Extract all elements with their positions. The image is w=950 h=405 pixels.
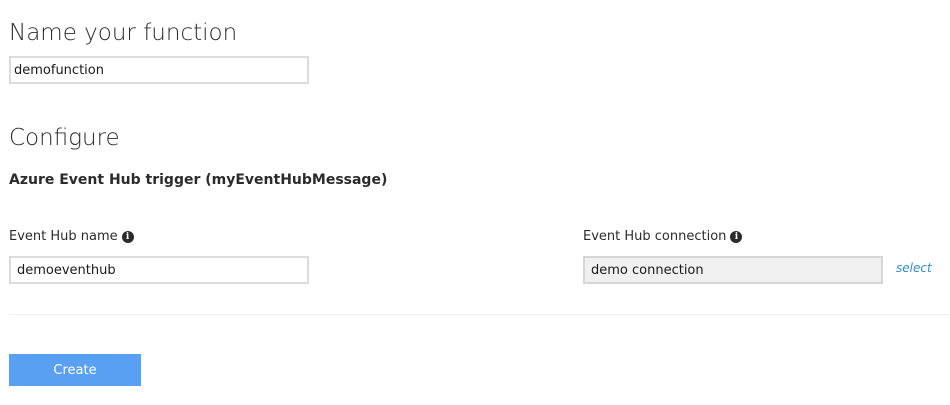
event-hub-connection-label: Event Hub connection [583, 229, 727, 244]
configure-section-title: Configure [9, 125, 120, 151]
info-icon[interactable]: i [121, 230, 134, 243]
event-hub-name-label: Event Hub name [9, 229, 118, 244]
event-hub-name-input[interactable] [9, 256, 309, 284]
function-name-input[interactable] [9, 56, 309, 84]
name-section-title: Name your function [9, 20, 238, 46]
trigger-heading: Azure Event Hub trigger (myEventHubMessa… [9, 172, 388, 188]
event-hub-connection-input[interactable] [583, 256, 883, 284]
info-icon[interactable]: i [730, 230, 743, 243]
create-button[interactable]: Create [9, 354, 141, 386]
event-hub-connection-label-row: Event Hub connection i [583, 229, 743, 244]
create-function-form: Name your function Configure Azure Event… [0, 0, 950, 405]
section-divider [9, 314, 950, 315]
event-hub-name-label-row: Event Hub name i [9, 229, 134, 244]
select-connection-link[interactable]: select [896, 261, 932, 275]
